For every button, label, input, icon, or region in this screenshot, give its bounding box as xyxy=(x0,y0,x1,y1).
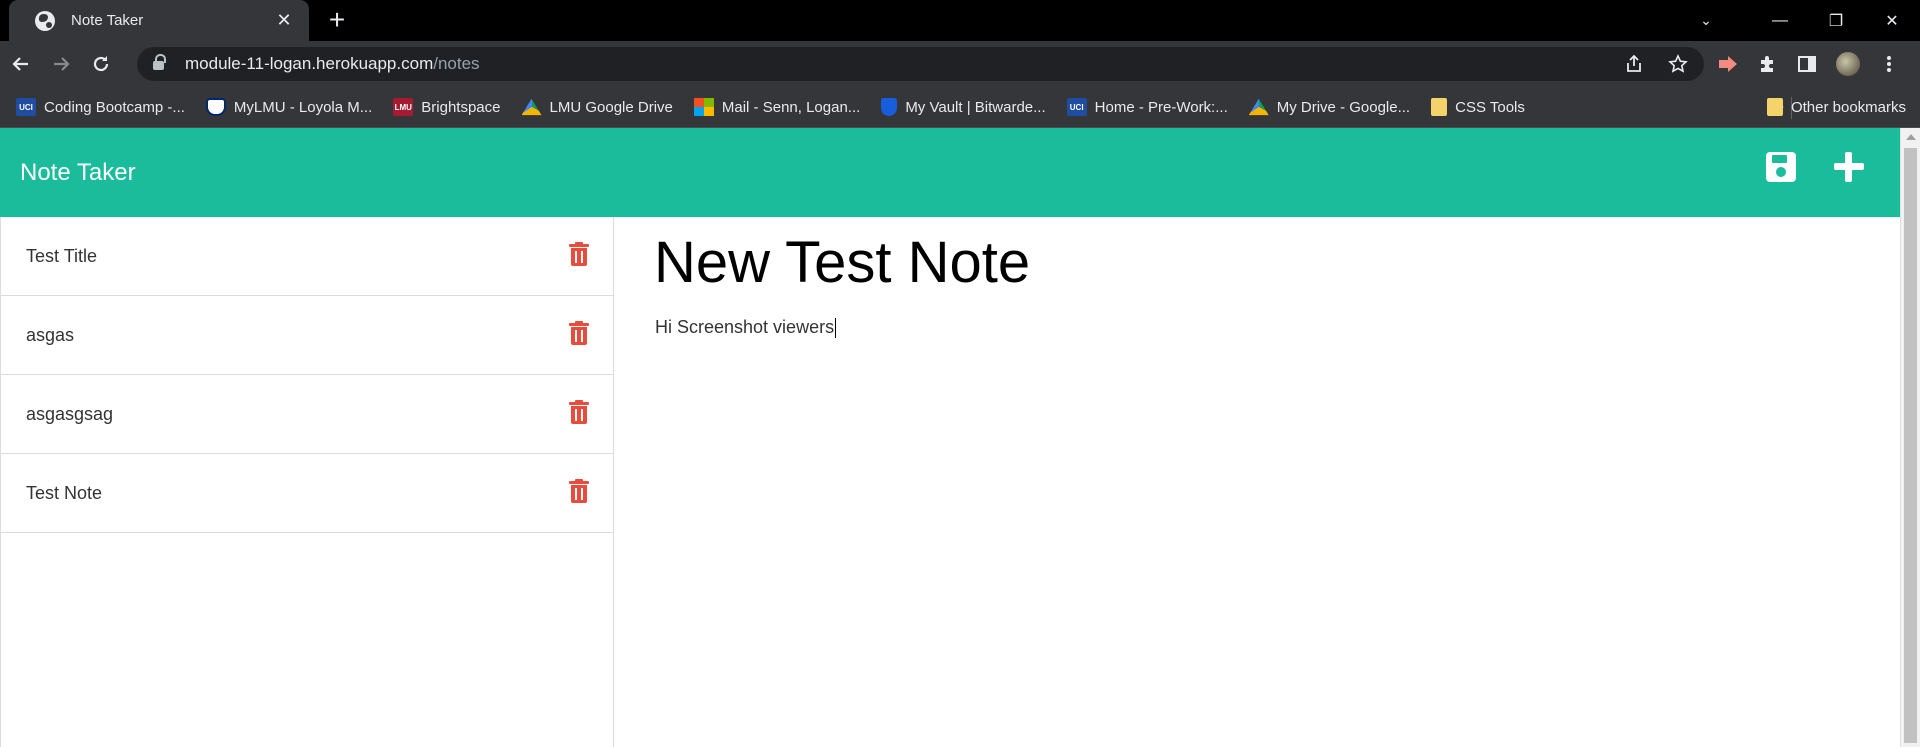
note-title: Test Note xyxy=(26,482,103,503)
header-actions xyxy=(1766,152,1864,182)
google-drive-icon xyxy=(1248,98,1269,116)
tab-search-icon[interactable]: ⌄ xyxy=(1686,0,1726,41)
bookmark-label: Home - Pre-Work:... xyxy=(1094,98,1228,116)
list-item[interactable]: asgasgsag xyxy=(1,375,613,454)
forward-arrow-icon xyxy=(54,57,70,71)
note-list: Test Title asgas asgasgsag Test Note xyxy=(0,217,614,747)
delete-note-icon[interactable] xyxy=(569,321,589,345)
other-bookmarks[interactable]: Other bookmarks xyxy=(1766,98,1906,116)
reload-button[interactable] xyxy=(82,45,120,83)
lock-icon[interactable] xyxy=(153,54,166,70)
folder-icon xyxy=(1431,98,1448,116)
back-button[interactable] xyxy=(2,45,40,83)
bookmark-label: MyLMU - Loyola M... xyxy=(233,98,373,116)
bookmark-item[interactable]: LMU Brightspace xyxy=(393,98,501,116)
bookmark-label: My Vault | Bitwarde... xyxy=(905,98,1046,116)
side-panel-icon[interactable] xyxy=(1796,53,1818,75)
microsoft-icon xyxy=(693,98,714,116)
page-scrollbar[interactable] xyxy=(1900,128,1920,747)
note-body-text: Hi Screenshot viewers xyxy=(655,317,835,337)
browser-tab[interactable]: Note Taker ✕ xyxy=(9,0,309,41)
note-title: asgasgsag xyxy=(26,403,114,424)
extension-red-icon[interactable] xyxy=(1716,53,1738,75)
bookmark-label: My Drive - Google... xyxy=(1276,98,1411,116)
bookmark-label: LMU Google Drive xyxy=(549,98,673,116)
bookmark-item[interactable]: UCI Coding Bootcamp -... xyxy=(16,98,185,116)
bookmark-label: CSS Tools xyxy=(1455,98,1525,116)
window-controls: ⌄ — ❐ ✕ xyxy=(1686,0,1920,41)
list-item[interactable]: asgas xyxy=(1,296,613,375)
omnibox-actions xyxy=(1624,54,1688,74)
back-arrow-icon xyxy=(12,57,28,71)
folder-icon xyxy=(1766,98,1783,116)
new-note-icon[interactable] xyxy=(1834,152,1864,182)
list-item[interactable]: Test Title xyxy=(1,217,613,296)
note-title: Test Title xyxy=(26,245,98,266)
bookmark-item[interactable]: My Drive - Google... xyxy=(1248,98,1411,116)
bookmark-label: Coding Bootcamp -... xyxy=(44,98,185,116)
bookmark-item[interactable]: My Vault | Bitwarde... xyxy=(881,98,1046,116)
close-window-button[interactable]: ✕ xyxy=(1864,0,1920,41)
extensions-area xyxy=(1716,41,1920,87)
app-navbar: Note Taker xyxy=(0,128,1900,217)
restore-button[interactable]: ❐ xyxy=(1808,0,1864,41)
lmu-shield-icon xyxy=(205,98,226,116)
browser-tab-strip: Note Taker ✕ + ⌄ — ❐ ✕ xyxy=(0,0,1920,41)
url-host: module-11-logan.herokuapp.com xyxy=(185,54,434,73)
scrollbar-thumb[interactable] xyxy=(1904,148,1917,743)
bookmarks-bar: UCI Coding Bootcamp -... MyLMU - Loyola … xyxy=(0,87,1920,128)
new-tab-button[interactable]: + xyxy=(322,5,352,35)
uci-icon: UCI xyxy=(16,98,36,116)
minimize-button[interactable]: — xyxy=(1752,0,1808,41)
text-caret xyxy=(835,318,837,339)
globe-icon xyxy=(35,10,55,31)
app-brand[interactable]: Note Taker xyxy=(20,159,136,187)
other-bookmarks-label: Other bookmarks xyxy=(1790,98,1906,116)
bookmark-item[interactable]: LMU Google Drive xyxy=(521,98,673,116)
bookmark-label: Mail - Senn, Logan... xyxy=(721,98,861,116)
bookmark-item[interactable]: Mail - Senn, Logan... xyxy=(693,98,861,116)
uci-icon: UCI xyxy=(1066,98,1087,116)
brightspace-icon: LMU xyxy=(393,98,414,116)
address-bar[interactable]: module-11-logan.herokuapp.com/notes xyxy=(137,47,1704,81)
url-path: /notes xyxy=(433,54,480,73)
browser-toolbar: module-11-logan.herokuapp.com/notes xyxy=(0,41,1920,87)
extensions-puzzle-icon[interactable] xyxy=(1756,53,1778,75)
bitwarden-icon xyxy=(881,98,898,116)
save-note-icon[interactable] xyxy=(1766,152,1796,182)
share-icon[interactable] xyxy=(1624,54,1644,74)
note-editor: New Test Note Hi Screenshot viewers xyxy=(614,217,1900,747)
profile-avatar[interactable] xyxy=(1836,52,1860,76)
bookmark-item[interactable]: CSS Tools xyxy=(1431,98,1525,116)
delete-note-icon[interactable] xyxy=(569,479,589,503)
bookmark-star-icon[interactable] xyxy=(1668,54,1688,74)
scroll-up-arrow-icon[interactable] xyxy=(1906,134,1916,140)
forward-button[interactable] xyxy=(42,45,80,83)
delete-note-icon[interactable] xyxy=(569,242,589,266)
google-drive-icon xyxy=(521,98,542,116)
note-text-area[interactable]: Hi Screenshot viewers xyxy=(655,317,837,339)
reload-icon xyxy=(93,56,109,72)
tab-title: Note Taker xyxy=(71,12,144,29)
note-title-input[interactable]: New Test Note xyxy=(654,229,1030,296)
list-item[interactable]: Test Note xyxy=(1,454,613,533)
bookmark-item[interactable]: MyLMU - Loyola M... xyxy=(205,98,373,116)
delete-note-icon[interactable] xyxy=(569,400,589,424)
bookmark-label: Brightspace xyxy=(421,98,501,116)
note-title: asgas xyxy=(26,324,75,345)
menu-kebab-icon[interactable] xyxy=(1878,53,1900,75)
tab-close-icon[interactable]: ✕ xyxy=(273,10,295,31)
bookmark-item[interactable]: UCI Home - Pre-Work:... xyxy=(1066,98,1228,116)
